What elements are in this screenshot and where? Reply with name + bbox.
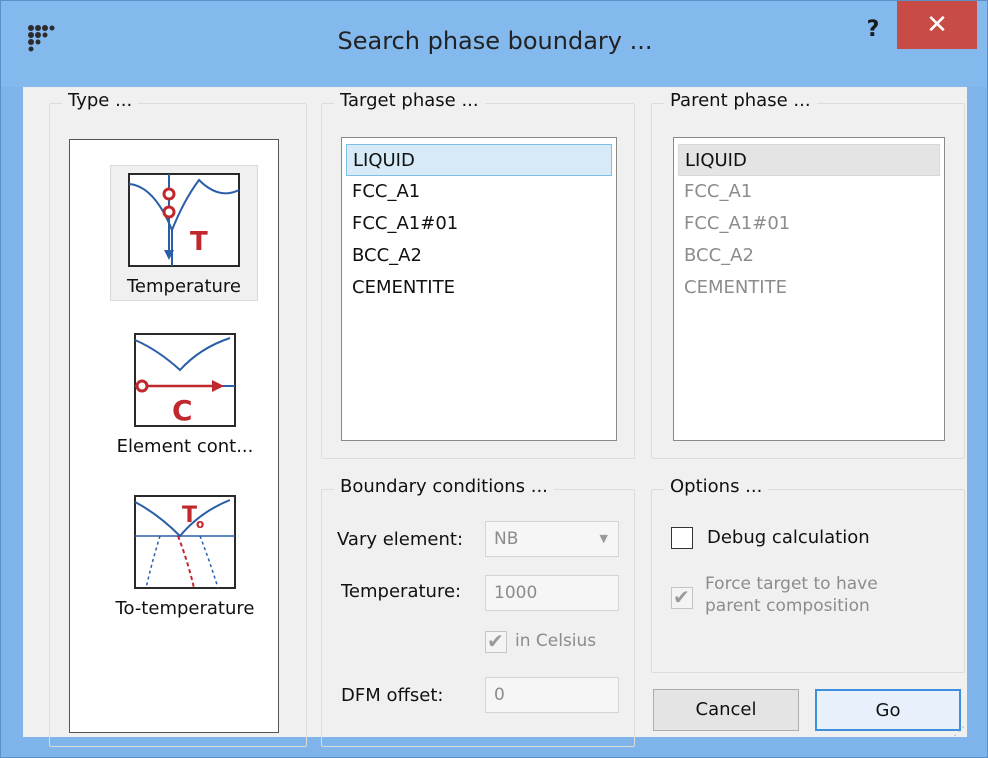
parent-phase-item-liquid[interactable]: LIQUID	[678, 144, 940, 176]
type-element-content-button[interactable]: C Element cont...	[100, 330, 270, 466]
title-bar[interactable]: Search phase boundary ... ? ✕	[1, 1, 987, 87]
svg-text:T: T	[182, 503, 197, 528]
target-phase-item-fcc-a1-01[interactable]: FCC_A1#01	[346, 208, 612, 240]
dialog-body: Type ... T Temperature C Element cont...…	[23, 87, 967, 747]
vary-element-select[interactable]: NB ▼	[485, 521, 619, 557]
dfm-offset-input[interactable]: 0	[485, 677, 619, 713]
temperature-input[interactable]: 1000	[485, 575, 619, 611]
element-content-diagram-icon: C	[134, 333, 236, 427]
options-title: Options ...	[664, 476, 769, 497]
in-celsius-checkbox[interactable]: ✔	[485, 629, 507, 653]
target-phase-list[interactable]: LIQUID FCC_A1 FCC_A1#01 BCC_A2 CEMENTITE	[341, 137, 617, 441]
close-button[interactable]: ✕	[897, 1, 977, 49]
check-icon: ✔	[673, 585, 690, 609]
parent-phase-item-fcc-a1[interactable]: FCC_A1	[678, 176, 940, 208]
force-target-label-line2: parent composition	[705, 596, 870, 616]
type-temperature-button[interactable]: T Temperature	[110, 165, 258, 301]
in-celsius-label: in Celsius	[515, 631, 597, 651]
parent-phase-list[interactable]: LIQUID FCC_A1 FCC_A1#01 BCC_A2 CEMENTITE	[673, 137, 945, 441]
help-button[interactable]: ?	[853, 13, 893, 49]
svg-text:o: o	[196, 517, 204, 531]
type-group-title: Type ...	[62, 90, 139, 111]
window-title: Search phase boundary ...	[337, 27, 653, 55]
svg-text:T: T	[190, 227, 208, 257]
target-phase-item-cementite[interactable]: CEMENTITE	[346, 272, 612, 304]
force-target-checkbox[interactable]: ✔	[671, 585, 693, 609]
debug-calculation-label: Debug calculation	[707, 527, 870, 548]
type-to-temperature-label: To-temperature	[115, 598, 255, 619]
cancel-button[interactable]: Cancel	[653, 689, 799, 731]
check-icon: ✔	[487, 629, 504, 653]
chevron-down-icon: ▼	[599, 532, 608, 545]
debug-calculation-checkbox[interactable]	[671, 527, 693, 549]
temperature-diagram-icon: T	[128, 173, 240, 267]
boundary-conditions-title: Boundary conditions ...	[334, 476, 554, 497]
target-phase-item-fcc-a1[interactable]: FCC_A1	[346, 176, 612, 208]
type-to-temperature-button[interactable]: T o To-temperature	[100, 492, 270, 628]
parent-phase-item-bcc-a2[interactable]: BCC_A2	[678, 240, 940, 272]
vary-element-label: Vary element:	[337, 529, 464, 550]
force-target-label-line1: Force target to have	[705, 574, 878, 594]
vary-element-value: NB	[494, 529, 519, 549]
type-element-content-label: Element cont...	[116, 436, 254, 457]
dfm-offset-label: DFM offset:	[341, 685, 444, 706]
svg-text:C: C	[172, 394, 193, 427]
target-phase-item-bcc-a2[interactable]: BCC_A2	[346, 240, 612, 272]
temperature-label: Temperature:	[341, 581, 462, 602]
force-target-label: Force target to have parent composition	[705, 573, 878, 617]
type-temperature-label: Temperature	[126, 276, 242, 297]
parent-phase-item-fcc-a1-01[interactable]: FCC_A1#01	[678, 208, 940, 240]
dialog-window: Search phase boundary ... ? ✕ Type ... T	[0, 0, 988, 758]
to-temperature-diagram-icon: T o	[134, 495, 236, 589]
resize-grip-icon[interactable]: ⋰	[953, 725, 965, 737]
go-button[interactable]: Go	[815, 689, 961, 731]
parent-phase-title: Parent phase ...	[664, 90, 817, 111]
parent-phase-item-cementite[interactable]: CEMENTITE	[678, 272, 940, 304]
type-selector: T Temperature C Element cont... T o To-t…	[69, 139, 279, 733]
target-phase-title: Target phase ...	[334, 90, 485, 111]
target-phase-item-liquid[interactable]: LIQUID	[346, 144, 612, 176]
